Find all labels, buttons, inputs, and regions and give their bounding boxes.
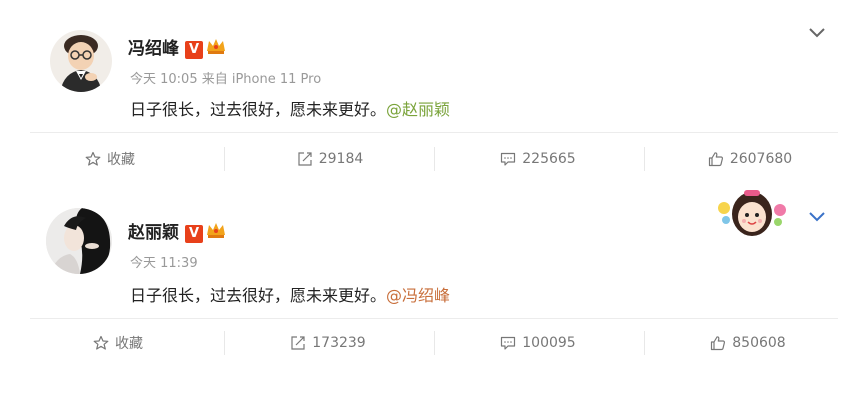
post-text: 日子很长，过去很好，愿未来更好。: [130, 286, 387, 305]
star-icon: [85, 151, 101, 166]
post-meta: 今天 11:39: [130, 256, 198, 271]
repost-icon: [291, 336, 305, 350]
favorite-button[interactable]: 收藏: [50, 141, 170, 177]
thumbs-up-icon: [711, 336, 726, 351]
divider: [30, 318, 838, 319]
action-bar: 收藏 173239 100095 850608: [0, 325, 853, 361]
star-icon: [93, 335, 109, 350]
separator: [434, 147, 435, 171]
comment-icon: [501, 336, 516, 350]
comment-count: 225665: [522, 151, 576, 167]
author-avatar[interactable]: [50, 30, 112, 92]
divider: [30, 132, 838, 133]
chevron-down-icon[interactable]: [808, 208, 826, 227]
cartoon-sticker-icon: [716, 186, 788, 238]
verified-badge: V: [185, 225, 203, 243]
chevron-down-icon[interactable]: [808, 24, 826, 43]
separator: [434, 331, 435, 355]
favorite-label: 收藏: [115, 336, 143, 352]
separator: [224, 147, 225, 171]
thumbs-up-icon: [708, 152, 723, 167]
post-content: 日子很长，过去很好，愿未来更好。@冯绍峰: [130, 282, 450, 306]
verified-badge: V: [185, 41, 203, 59]
post-content: 日子很长，过去很好，愿未来更好。@赵丽颖: [130, 96, 450, 120]
cartoon-avatar-icon: [60, 35, 102, 92]
comment-count: 100095: [522, 335, 576, 351]
post-text: 日子很长，过去很好，愿未来更好。: [130, 100, 387, 119]
author-name[interactable]: 冯绍峰 V: [128, 34, 227, 61]
comment-button[interactable]: 225665: [478, 141, 598, 177]
crown-icon: [205, 36, 227, 61]
repost-count: 29184: [318, 151, 364, 167]
favorite-label: 收藏: [107, 152, 135, 168]
repost-count: 173239: [312, 335, 366, 351]
separator: [644, 331, 645, 355]
like-count: 850608: [732, 335, 786, 351]
profile-photo-icon: [46, 208, 112, 274]
like-button[interactable]: 850608: [688, 325, 808, 361]
separator: [224, 331, 225, 355]
action-bar: 收藏 29184 225665 2607680: [0, 141, 853, 177]
separator: [644, 147, 645, 171]
repost-button[interactable]: 29184: [270, 141, 390, 177]
author-avatar[interactable]: [46, 208, 112, 274]
mention-link[interactable]: @赵丽颖: [386, 100, 450, 119]
favorite-button[interactable]: 收藏: [58, 325, 178, 361]
comment-icon: [501, 152, 516, 166]
mention-link[interactable]: @冯绍峰: [386, 286, 450, 305]
repost-icon: [298, 152, 312, 166]
author-name-text[interactable]: 赵丽颖: [128, 223, 179, 243]
repost-button[interactable]: 173239: [268, 325, 388, 361]
author-name-text[interactable]: 冯绍峰: [128, 39, 179, 59]
crown-icon: [205, 220, 227, 245]
like-button[interactable]: 2607680: [690, 141, 810, 177]
like-count: 2607680: [729, 151, 793, 167]
author-name[interactable]: 赵丽颖 V: [128, 218, 227, 245]
post-meta: 今天 10:05 来自 iPhone 11 Pro: [130, 72, 322, 87]
comment-button[interactable]: 100095: [478, 325, 598, 361]
